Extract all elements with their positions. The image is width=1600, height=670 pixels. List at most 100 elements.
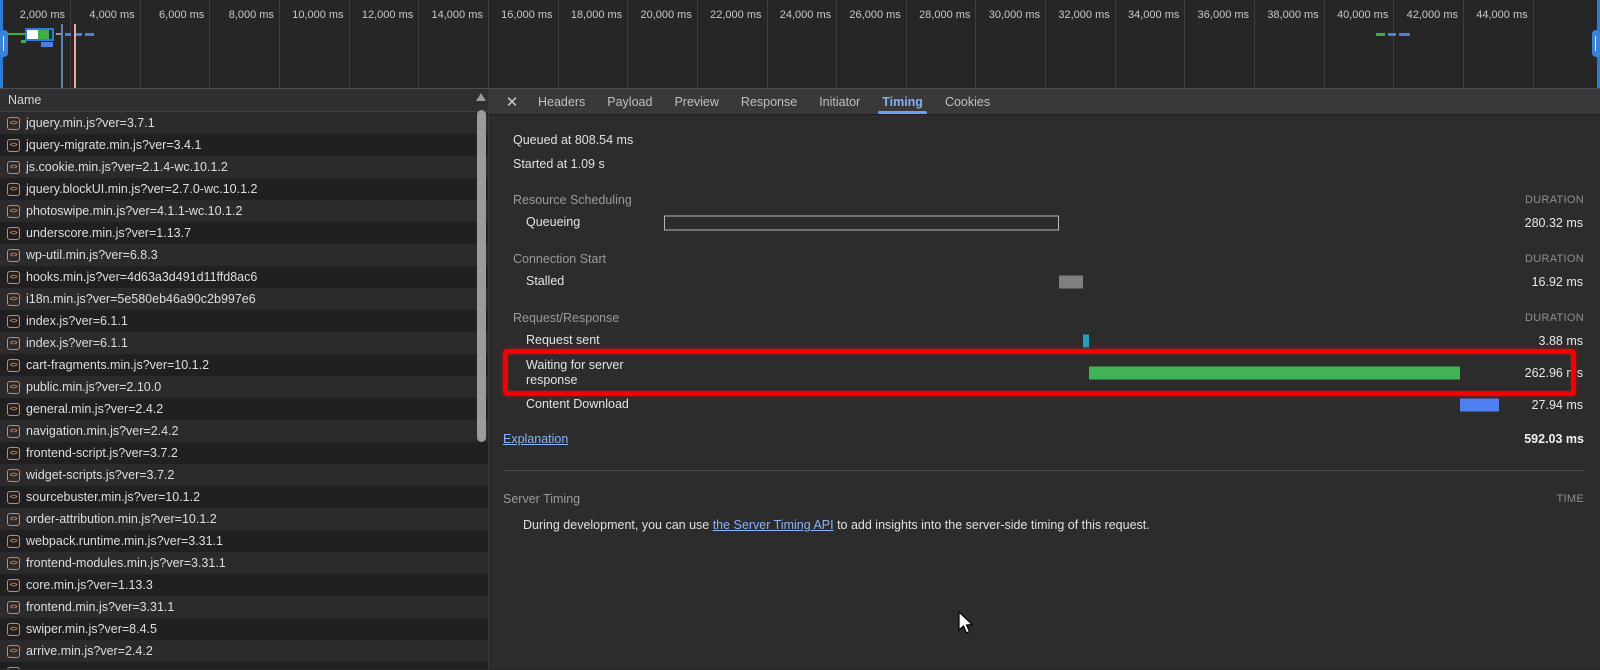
overview-right-grip[interactable] [1592,30,1600,57]
request-name: order-attribution.min.js?ver=10.1.2 [26,512,217,526]
network-overview-timeline[interactable]: 2,000 ms4,000 ms6,000 ms8,000 ms10,000 m… [0,0,1600,89]
request-row[interactable]: <> cart-fragments.min.js?ver=10.1.2 [0,354,488,376]
tab-payload[interactable]: Payload [596,89,663,114]
request-row[interactable]: <>sourcebuster.min.js?ver=10.1.2 [0,486,488,508]
domcontentloaded-line [61,24,63,88]
request-row[interactable]: <>index.js?ver=6.1.1 [0,332,488,354]
request-row[interactable]: <> frontend-script.js?ver=3.7.2 [0,442,488,464]
js-file-icon: <> [7,227,20,240]
timing-row-duration: 280.32 ms [1499,216,1583,230]
tab-cookies[interactable]: Cookies [934,89,1001,114]
js-file-icon: <> [7,293,20,306]
timing-bar [1460,398,1499,411]
tick-gridline [1533,0,1534,88]
scrollbar-up-arrow-icon[interactable] [476,93,486,101]
timing-row: Waiting for server response 262.96 ms [503,353,1584,392]
request-row[interactable]: <>frontend.min.js?ver=3.31.1 [0,596,488,618]
request-row[interactable]: <> jquery-migrate.min.js?ver=3.4.1 [0,134,488,156]
request-name: cart-fragments.min.js?ver=10.1.2 [26,358,209,372]
request-row[interactable]: <>arrive.min.js?ver=2.4.2 [0,640,488,662]
request-name: wp-util.min.js?ver=6.8.3 [26,248,158,262]
js-file-icon: <> [7,469,20,482]
duration-column-header: DURATION [1500,194,1584,206]
waterfall-mark [1399,33,1410,36]
timing-section: Request/ResponseDURATIONRequest sent3.88… [503,307,1584,417]
js-file-icon: <> [7,139,20,152]
js-file-icon: <> [7,535,20,548]
tab-preview[interactable]: Preview [663,89,729,114]
request-row[interactable]: <>index.js?ver=6.1.1 [0,310,488,332]
js-file-icon: <> [7,403,20,416]
request-name: general.min.js?ver=2.4.2 [26,402,163,416]
request-row[interactable]: <>webpack.runtime.min.js?ver=3.31.1 [0,530,488,552]
request-name: index.js?ver=6.1.1 [26,336,128,350]
timing-row: Stalled16.92 ms [503,269,1584,294]
request-name: frontend-modules.min.js?ver=3.31.1 [26,556,226,570]
request-name: jquery-migrate.min.js?ver=3.4.1 [26,138,201,152]
tab-headers[interactable]: Headers [527,89,596,114]
request-name: js.cookie.min.js?ver=2.1.4-wc.10.1.2 [26,160,228,174]
timing-bar [1083,334,1088,347]
waterfall-mark [65,33,71,36]
timing-row-label: Content Download [503,397,664,412]
js-file-icon: <> [7,667,20,670]
request-row[interactable]: <> general.min.js?ver=2.4.2 [0,398,488,420]
request-row[interactable]: <> hooks.min.js?ver=4d63a3d491d11ffd8ac6 [0,266,488,288]
js-file-icon: <> [7,205,20,218]
timing-bar-area [664,328,1499,353]
js-file-icon: <> [7,315,20,328]
request-row[interactable]: <>js.cookie.min.js?ver=2.1.4-wc.10.1.2 [0,156,488,178]
request-name: jquery.blockUI.min.js?ver=2.7.0-wc.10.1.… [26,182,257,196]
timing-row-label: Waiting for server response [503,358,664,388]
timing-bar-area [664,392,1499,417]
tab-initiator[interactable]: Initiator [808,89,871,114]
waterfall-mark [21,40,26,43]
description-prefix: During development, you can use [523,518,713,532]
request-row[interactable]: <> jquery.min.js?ver=3.7.1 [0,112,488,134]
request-row[interactable]: <>navigation.min.js?ver=2.4.2 [0,420,488,442]
request-name: frontend-script.js?ver=3.7.2 [26,446,178,460]
js-file-icon: <> [7,117,20,130]
tab-response[interactable]: Response [730,89,808,114]
timing-bar [1089,366,1460,379]
request-name: hooks.min.js?ver=4d63a3d491d11ffd8ac6 [26,270,257,284]
js-file-icon: <> [7,447,20,460]
request-row[interactable]: <>underscore.min.js?ver=1.13.7 [0,222,488,244]
request-row[interactable]: <>core.min.js?ver=1.13.3 [0,574,488,596]
request-row[interactable]: <>swiper.min.js?ver=8.4.5 [0,618,488,640]
request-row[interactable]: <>widget-scripts.js?ver=3.7.2 [0,464,488,486]
timing-row-label: Request sent [503,333,664,348]
close-icon[interactable]: ✕ [497,89,527,114]
js-file-icon: <> [7,579,20,592]
server-timing-api-link[interactable]: the Server Timing API [713,518,834,532]
request-list-panel: Name <> jquery.min.js?ver=3.7.1 <> jquery-m… [0,89,489,669]
js-file-icon: <> [7,359,20,372]
timing-section-header: Connection StartDURATION [503,248,1584,269]
js-file-icon: <> [7,425,20,438]
request-name: jquery.min.js?ver=3.7.1 [26,116,155,130]
explanation-link[interactable]: Explanation [503,432,568,446]
scrollbar-thumb[interactable] [477,110,486,442]
name-column-header[interactable]: Name [0,89,488,112]
waterfall-segment [38,30,49,39]
js-file-icon: <> [7,513,20,526]
request-row[interactable]: <>public.min.js?ver=2.10.0 [0,376,488,398]
request-name: frontend.min.js?ver=3.31.1 [26,600,174,614]
request-row[interactable]: <>wp-util.min.js?ver=6.8.3 [0,244,488,266]
timing-row: Request sent3.88 ms [503,328,1584,353]
timing-section-title: Connection Start [503,252,1500,266]
request-row[interactable]: <>i18n.min.js?ver=5e580eb46a90c2b997e6 [0,288,488,310]
timing-row-label: Stalled [503,274,664,289]
js-file-icon: <> [7,271,20,284]
tab-timing[interactable]: Timing [871,89,934,114]
request-row-partial[interactable]: <> [0,662,488,669]
request-row[interactable]: <> order-attribution.min.js?ver=10.1.2 [0,508,488,530]
request-row[interactable]: <>jquery.blockUI.min.js?ver=2.7.0-wc.10.… [0,178,488,200]
timing-bar [664,215,1059,230]
server-timing-header: Server Timing TIME [503,488,1584,509]
request-row[interactable]: <>frontend-modules.min.js?ver=3.31.1 [0,552,488,574]
timing-row-duration: 262.96 ms [1499,366,1583,380]
timing-section-header: Request/ResponseDURATION [503,307,1584,328]
request-row[interactable]: <>photoswipe.min.js?ver=4.1.1-wc.10.1.2 [0,200,488,222]
overview-left-grip[interactable] [0,30,8,57]
